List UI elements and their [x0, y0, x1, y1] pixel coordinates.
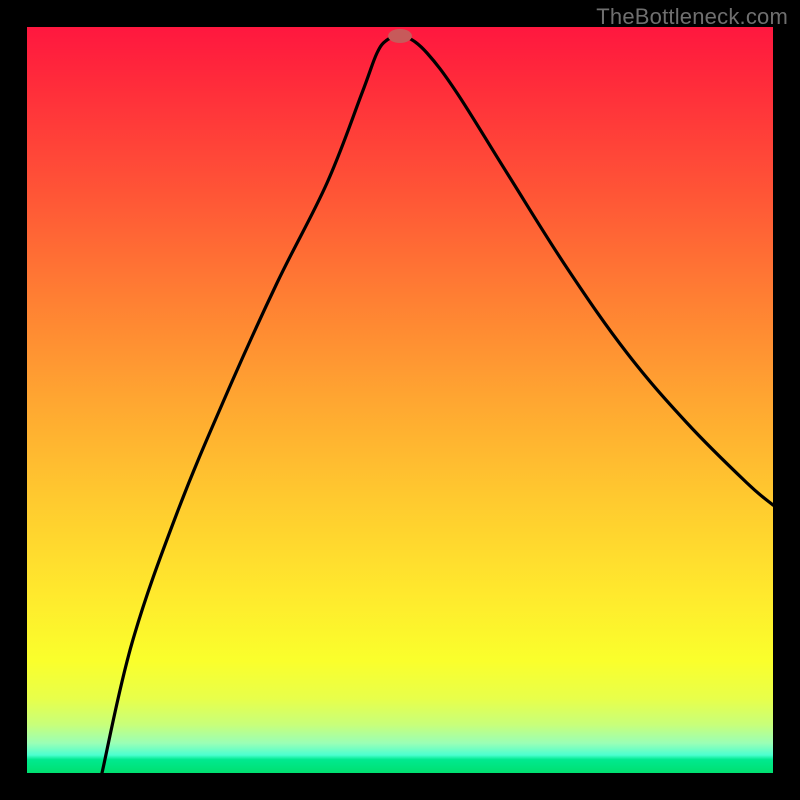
chart-frame: TheBottleneck.com [0, 0, 800, 800]
watermark-text: TheBottleneck.com [596, 4, 788, 30]
plot-area [27, 27, 773, 773]
curve-layer [27, 27, 773, 773]
minimum-marker [388, 29, 412, 43]
bottleneck-curve [102, 36, 773, 773]
